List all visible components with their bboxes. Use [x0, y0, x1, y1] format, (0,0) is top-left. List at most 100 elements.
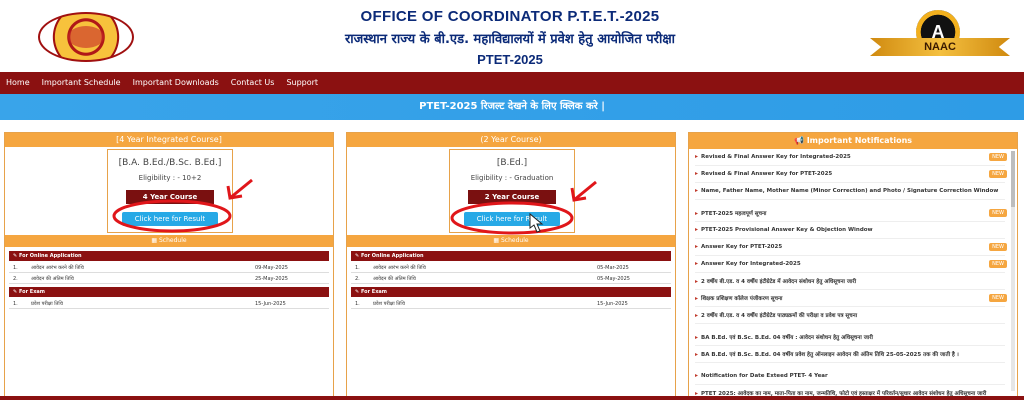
- nav-home[interactable]: Home: [6, 72, 30, 94]
- notification-item[interactable]: PTET-2025 Provisional Answer Key & Objec…: [695, 226, 1007, 233]
- notifications-header: 📢 Important Notifications: [689, 133, 1017, 149]
- table-row: 2. आवेदन की अंतिम तिथि 25-May-2025: [9, 274, 329, 284]
- main-nav: Home Important Schedule Important Downlo…: [0, 72, 1024, 94]
- row-date: 05-May-2025: [597, 276, 630, 282]
- notification-divider: [695, 221, 1005, 222]
- notification-item[interactable]: Notification for Date Exteed PTET- 4 Yea…: [695, 372, 1007, 379]
- new-badge: NEW: [989, 294, 1007, 302]
- section-label: For Exam: [18, 289, 46, 295]
- notification-item[interactable]: BA B.Ed. एवं B.Sc. B.Ed. 04 वर्षीय : आवे…: [695, 333, 1007, 341]
- notification-item[interactable]: PTET-2025 महत्वपूर्ण सूचना: [695, 209, 1007, 217]
- notification-divider: [695, 323, 1005, 324]
- schedule-header: ▦ Schedule: [347, 235, 675, 247]
- row-no: 1.: [355, 265, 360, 271]
- notification-divider: [695, 199, 1005, 200]
- nav-important-downloads[interactable]: Important Downloads: [133, 72, 219, 94]
- notification-item[interactable]: Answer Key for Integrated-2025: [695, 260, 1007, 267]
- row-label: प्रवेश परीक्षा तिथि: [373, 301, 405, 307]
- panel-4-year: [4 Year Integrated Course] [B.A. B.Ed./B…: [4, 132, 334, 400]
- notification-divider: [695, 362, 1005, 363]
- result-button-2-year[interactable]: Click here for Result: [464, 212, 560, 226]
- row-date: 05-Mar-2025: [597, 265, 629, 271]
- row-label: प्रवेश परीक्षा तिथि: [31, 301, 63, 307]
- panel-header: [4 Year Integrated Course]: [5, 133, 333, 147]
- naac-badge: A NAAC: [870, 10, 1010, 62]
- schedule-label: Schedule: [159, 237, 187, 244]
- new-badge: NEW: [989, 209, 1007, 217]
- result-banner: PTET-2025 रिजल्ट देखने के लिए क्लिक करे …: [0, 94, 1024, 120]
- notifications-scrollbar[interactable]: [1011, 151, 1015, 391]
- table-row: 1. प्रवेश परीक्षा तिथि 15-Jun-2025: [351, 299, 671, 309]
- course-box: [B.A. B.Ed./B.Sc. B.Ed.] Eligibility : -…: [107, 149, 233, 233]
- notification-item[interactable]: शिक्षक प्रशिक्षण कॉलेज पंजीकरण सूचना: [695, 294, 1007, 302]
- notification-item[interactable]: 2 वर्षीय बी.एड. व 4 वर्षीय इंटीग्रेटेड प…: [695, 311, 1007, 319]
- scrollbar-thumb[interactable]: [1011, 151, 1015, 207]
- table-row: 1. आवेदन आरंभ करने की तिथि 05-Mar-2025: [351, 263, 671, 273]
- result-banner-link[interactable]: PTET-2025 रिजल्ट देखने के लिए क्लिक करे …: [0, 94, 1024, 120]
- footer-bar: [0, 396, 1024, 400]
- new-badge: NEW: [989, 153, 1007, 161]
- notification-item[interactable]: Revised & Final Answer Key for Integrate…: [695, 153, 1007, 160]
- section-label: For Exam: [360, 289, 388, 295]
- table-row: 2. आवेदन की अंतिम तिथि 05-May-2025: [351, 274, 671, 284]
- megaphone-icon: 📢: [793, 136, 807, 145]
- new-badge: NEW: [989, 243, 1007, 251]
- course-title: [B.A. B.Ed./B.Sc. B.Ed.]: [118, 158, 222, 168]
- notification-item[interactable]: 2 वर्षीय बी.एड. व 4 वर्षीय इंटीग्रेटेड म…: [695, 277, 1007, 285]
- notification-divider: [695, 345, 1005, 346]
- table-row: 1. आवेदन आरंभ करने की तिथि 09-May-2025: [9, 263, 329, 273]
- notification-divider: [695, 182, 1005, 183]
- row-date: 25-May-2025: [255, 276, 288, 282]
- panel-2-year: (2 Year Course) [B.Ed.] Eligibility : - …: [346, 132, 676, 400]
- 4-year-course-button[interactable]: 4 Year Course: [126, 190, 214, 204]
- site-header: OFFICE OF COORDINATOR P.T.E.T.-2025 राजस…: [0, 0, 1024, 72]
- course-title: [B.Ed.]: [496, 158, 528, 168]
- university-logo: [38, 12, 134, 62]
- schedule-header: ▦ Schedule: [5, 235, 333, 247]
- nav-important-schedule[interactable]: Important Schedule: [42, 72, 121, 94]
- notification-item[interactable]: Answer Key for PTET-2025: [695, 243, 1007, 250]
- notifications-panel: 📢 Important Notifications Revised & Fina…: [688, 132, 1018, 400]
- notification-divider: [695, 306, 1005, 307]
- row-label: आवेदन आरंभ करने की तिथि: [373, 265, 426, 271]
- row-no: 2.: [355, 276, 360, 282]
- row-label: आवेदन की अंतिम तिथि: [373, 276, 416, 282]
- notification-divider: [695, 289, 1005, 290]
- notification-divider: [695, 272, 1005, 273]
- notification-item[interactable]: BA B.Ed. एवं B.Sc. B.Ed. 04 वर्षीय प्रवे…: [695, 350, 1007, 358]
- notification-divider: [695, 238, 1005, 239]
- notification-item[interactable]: Name, Father Name, Mother Name (Minor Co…: [695, 187, 1007, 194]
- eligibility-text: Eligibility : - 10+2: [138, 174, 202, 182]
- table-row: 1. प्रवेश परीक्षा तिथि 15-Jun-2025: [9, 299, 329, 309]
- section-online-application: ✎ For Online Application: [9, 251, 329, 261]
- row-label: आवेदन आरंभ करने की तिथि: [31, 265, 84, 271]
- calendar-icon: ▦: [493, 237, 500, 244]
- nav-contact-us[interactable]: Contact Us: [231, 72, 275, 94]
- nav-support[interactable]: Support: [286, 72, 318, 94]
- new-badge: NEW: [989, 260, 1007, 268]
- naac-label: NAAC: [870, 38, 1010, 56]
- notification-item[interactable]: Revised & Final Answer Key for PTET-2025: [695, 170, 1007, 177]
- page-title-hindi: राजस्थान राज्य के बी.एड. महाविद्यालयों म…: [344, 32, 676, 47]
- eligibility-text: Eligibility : - Graduation: [470, 174, 554, 182]
- row-no: 1.: [13, 301, 18, 307]
- section-label: For Online Application: [360, 253, 424, 259]
- row-date: 09-May-2025: [255, 265, 288, 271]
- page-title: OFFICE OF COORDINATOR P.T.E.T.-2025: [360, 8, 660, 25]
- notification-divider: [695, 255, 1005, 256]
- calendar-icon: ▦: [151, 237, 158, 244]
- result-button-4-year[interactable]: Click here for Result: [122, 212, 218, 226]
- page-subtitle: PTET-2025: [477, 52, 543, 67]
- row-no: 1.: [13, 265, 18, 271]
- notifications-title: Important Notifications: [806, 136, 913, 145]
- section-exam: ✎ For Exam: [351, 287, 671, 297]
- title-block: OFFICE OF COORDINATOR P.T.E.T.-2025 राजस…: [300, 8, 720, 67]
- 2-year-course-button[interactable]: 2 Year Course: [468, 190, 556, 204]
- row-date: 15-Jun-2025: [597, 301, 628, 307]
- schedule-label: Schedule: [501, 237, 529, 244]
- row-date: 15-Jun-2025: [255, 301, 286, 307]
- row-no: 2.: [13, 276, 18, 282]
- row-no: 1.: [355, 301, 360, 307]
- panel-header: (2 Year Course): [347, 133, 675, 147]
- row-label: आवेदन की अंतिम तिथि: [31, 276, 74, 282]
